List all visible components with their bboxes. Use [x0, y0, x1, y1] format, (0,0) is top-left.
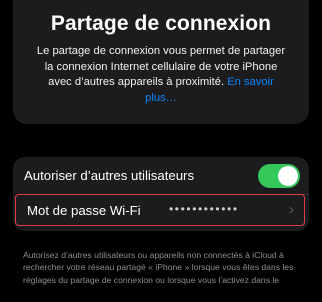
- page-title: Partage de connexion: [50, 12, 272, 35]
- wifi-password-label: Mot de passe Wi-Fi: [27, 203, 141, 218]
- chevron-right-icon: ›: [289, 201, 294, 218]
- page-description: Le partage de connexion vous permet de p…: [36, 44, 286, 106]
- wifi-password-value: ••••••••••••: [169, 202, 239, 216]
- toggle-knob: [278, 166, 298, 186]
- allow-others-label: Autoriser d’autres utilisateurs: [24, 168, 195, 183]
- wifi-password-row[interactable]: Mot de passe Wi-Fi •••••••••••• ›: [15, 194, 305, 226]
- settings-group: Autoriser d’autres utilisateurs Mot de p…: [13, 157, 309, 231]
- allow-others-toggle[interactable]: [258, 164, 300, 188]
- footer-note: Autorisez d’autres utilisateurs ou appar…: [23, 250, 294, 285]
- allow-others-row[interactable]: Autoriser d’autres utilisateurs: [13, 157, 309, 193]
